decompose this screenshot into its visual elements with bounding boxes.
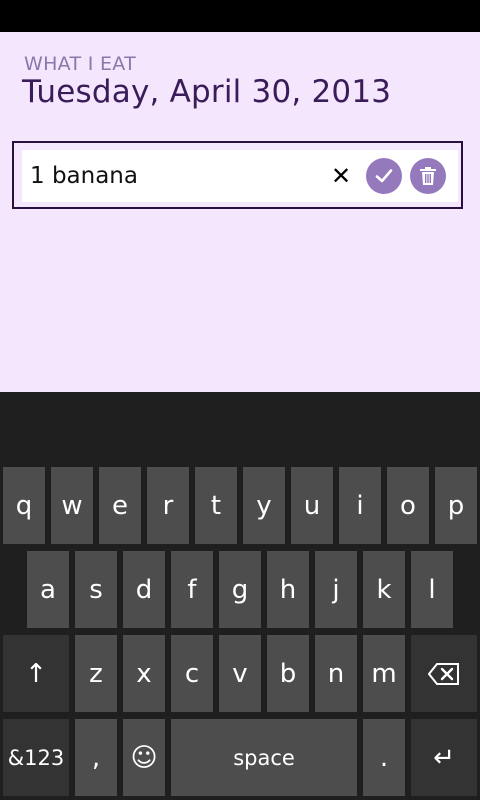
key-n[interactable]: n bbox=[315, 635, 357, 712]
key-s[interactable]: s bbox=[75, 551, 117, 628]
key-c[interactable]: c bbox=[171, 635, 213, 712]
key-a[interactable]: a bbox=[27, 551, 69, 628]
space-key[interactable]: space bbox=[171, 719, 357, 796]
confirm-button[interactable] bbox=[366, 158, 402, 194]
key-period[interactable]: . bbox=[363, 719, 405, 796]
key-u[interactable]: u bbox=[291, 467, 333, 544]
food-entry-value[interactable]: 1 banana bbox=[30, 163, 138, 189]
key-d[interactable]: d bbox=[123, 551, 165, 628]
key-v[interactable]: v bbox=[219, 635, 261, 712]
shift-key[interactable]: ↑ bbox=[3, 635, 69, 712]
key-w[interactable]: w bbox=[51, 467, 93, 544]
key-m[interactable]: m bbox=[363, 635, 405, 712]
page-title: Tuesday, April 30, 2013 bbox=[22, 74, 392, 110]
key-i[interactable]: i bbox=[339, 467, 381, 544]
emoji-key[interactable]: ☺ bbox=[123, 719, 165, 796]
checkmark-icon bbox=[375, 169, 393, 183]
key-j[interactable]: j bbox=[315, 551, 357, 628]
key-x[interactable]: x bbox=[123, 635, 165, 712]
key-g[interactable]: g bbox=[219, 551, 261, 628]
key-o[interactable]: o bbox=[387, 467, 429, 544]
key-z[interactable]: z bbox=[75, 635, 117, 712]
key-t[interactable]: t bbox=[195, 467, 237, 544]
key-p[interactable]: p bbox=[435, 467, 477, 544]
key-f[interactable]: f bbox=[171, 551, 213, 628]
close-icon[interactable]: ✕ bbox=[331, 164, 351, 188]
backspace-icon bbox=[428, 662, 459, 685]
backspace-key[interactable] bbox=[411, 635, 477, 712]
key-e[interactable]: e bbox=[99, 467, 141, 544]
enter-key[interactable]: ↵ bbox=[411, 719, 477, 796]
key-b[interactable]: b bbox=[267, 635, 309, 712]
key-r[interactable]: r bbox=[147, 467, 189, 544]
trash-icon bbox=[420, 167, 436, 185]
symbols-key[interactable]: &123 bbox=[3, 719, 69, 796]
key-l[interactable]: l bbox=[411, 551, 453, 628]
key-k[interactable]: k bbox=[363, 551, 405, 628]
key-y[interactable]: y bbox=[243, 467, 285, 544]
delete-button[interactable] bbox=[410, 158, 446, 194]
app-title: WHAT I EAT bbox=[24, 53, 137, 75]
key-h[interactable]: h bbox=[267, 551, 309, 628]
key-comma[interactable]: , bbox=[75, 719, 117, 796]
key-q[interactable]: q bbox=[3, 467, 45, 544]
status-bar bbox=[0, 0, 480, 32]
